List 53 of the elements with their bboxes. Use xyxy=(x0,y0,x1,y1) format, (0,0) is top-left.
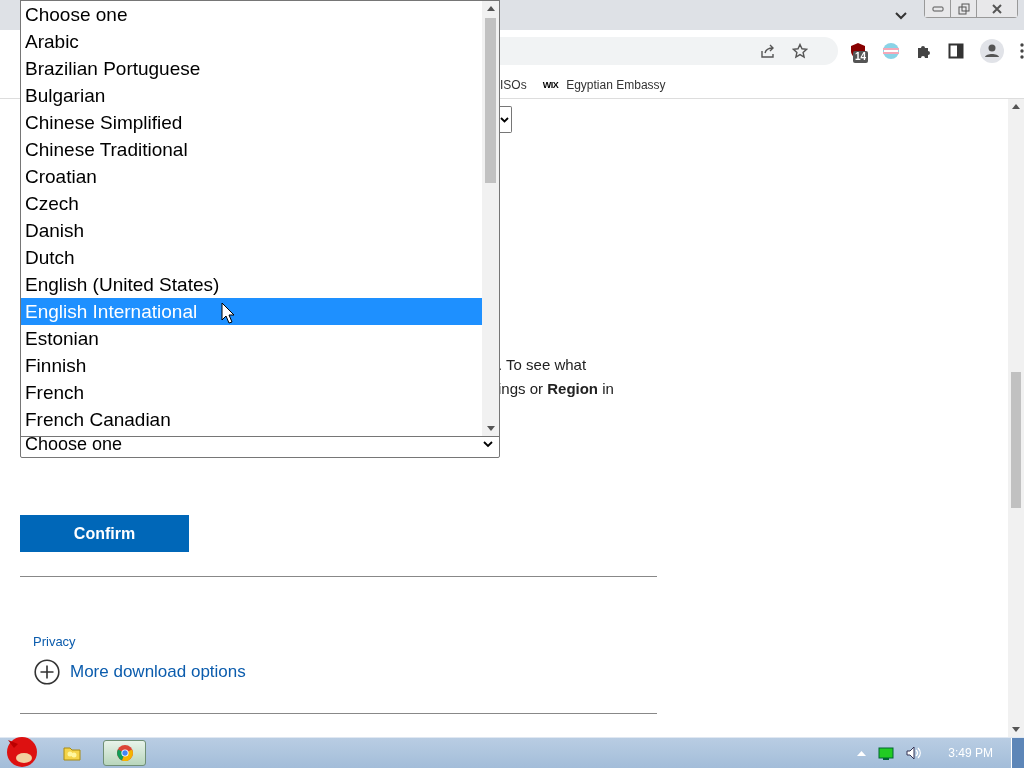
scroll-up-icon[interactable] xyxy=(1012,104,1020,109)
bookmark[interactable]: Egyptian Embassy xyxy=(566,78,666,92)
scrollbar[interactable] xyxy=(1008,99,1024,737)
dropdown-option[interactable]: Bulgarian xyxy=(21,82,482,109)
confirm-button[interactable]: Confirm xyxy=(20,515,189,552)
scroll-up-icon[interactable] xyxy=(486,6,495,11)
scroll-down-icon[interactable] xyxy=(486,426,495,431)
share-icon[interactable] xyxy=(760,43,776,59)
dropdown-option[interactable]: Brazilian Portuguese xyxy=(21,55,482,82)
dropdown-option[interactable]: Arabic xyxy=(21,28,482,55)
dropdown-option[interactable]: French Canadian xyxy=(21,406,482,433)
dropdown-option[interactable]: Danish xyxy=(21,217,482,244)
paragraph-text: . To see what xyxy=(498,355,588,375)
list-scrollbar[interactable] xyxy=(482,1,499,436)
puzzle-icon[interactable] xyxy=(916,43,932,59)
plus-circle-icon[interactable] xyxy=(34,659,60,685)
menu-icon[interactable] xyxy=(1020,43,1024,59)
dropdown-option[interactable]: Chinese Simplified xyxy=(21,109,482,136)
dropdown-option[interactable]: French xyxy=(21,379,482,406)
privacy-link[interactable]: Privacy xyxy=(33,634,76,649)
chevron-down-icon xyxy=(500,116,509,123)
side-panel-icon[interactable] xyxy=(948,43,964,59)
dropdown-option[interactable]: Czech xyxy=(21,190,482,217)
taskbar-app[interactable] xyxy=(103,740,146,766)
chevron-down-icon xyxy=(483,440,493,448)
tab-list-icon[interactable] xyxy=(895,12,907,20)
show-desktop-button[interactable] xyxy=(1011,738,1024,768)
folder-icon xyxy=(62,745,81,761)
network-icon[interactable] xyxy=(878,746,895,760)
close-button[interactable] xyxy=(977,0,1017,17)
site-icon: WIX xyxy=(542,80,559,90)
dropdown-option[interactable]: Chinese Traditional xyxy=(21,136,482,163)
scroll-down-icon[interactable] xyxy=(1012,727,1020,732)
scrollbar-thumb[interactable] xyxy=(1011,372,1021,508)
extension-badge: 14 xyxy=(853,51,869,63)
browser-icon xyxy=(115,744,134,762)
profile-icon[interactable] xyxy=(980,39,1004,63)
scrollbar-thumb[interactable] xyxy=(485,18,496,183)
close-icon xyxy=(991,2,1003,15)
dropdown-option[interactable]: English (United States) xyxy=(21,271,482,298)
dropdown-option[interactable]: Finnish xyxy=(21,352,482,379)
dropdown-option[interactable]: Croatian xyxy=(21,163,482,190)
restore-icon xyxy=(957,2,970,15)
star-icon[interactable] xyxy=(792,43,808,59)
restore-button[interactable] xyxy=(951,0,977,17)
more-options-link[interactable]: More download options xyxy=(70,662,246,682)
dropdown-option[interactable]: Dutch xyxy=(21,244,482,271)
dropdown-option[interactable]: Estonian xyxy=(21,325,482,352)
select-value: Choose one xyxy=(25,433,123,455)
bookmark[interactable]: ISOs xyxy=(500,78,527,92)
volume-icon[interactable] xyxy=(906,746,923,760)
mouse-pointer-icon xyxy=(221,302,235,324)
minimize-icon xyxy=(931,5,944,12)
